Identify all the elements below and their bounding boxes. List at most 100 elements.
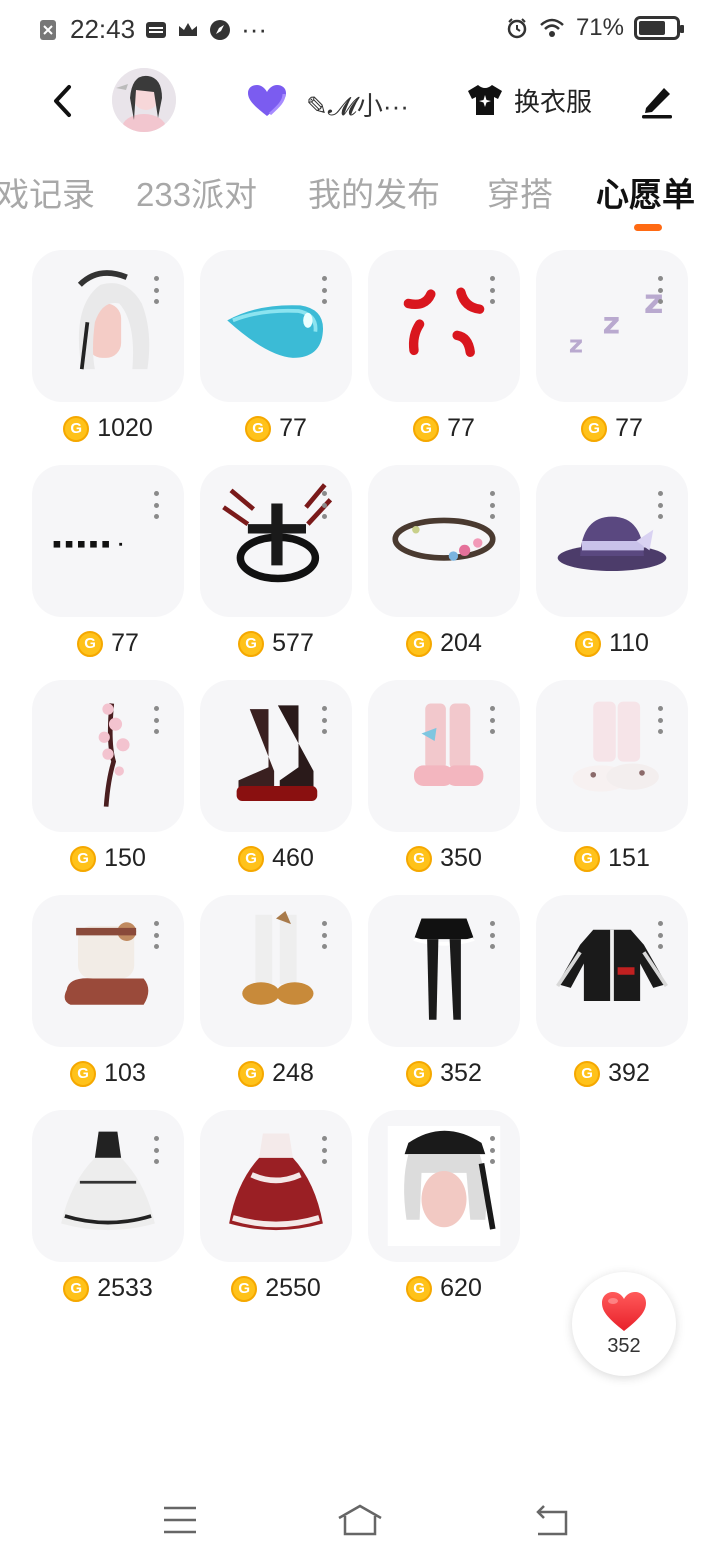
more-options-icon[interactable]	[152, 706, 160, 734]
item-price: G 2550	[200, 1274, 352, 1303]
more-options-icon[interactable]	[488, 491, 496, 519]
wishlist-item[interactable]: G 350	[368, 680, 520, 880]
wishlist-item[interactable]: G 620	[368, 1110, 520, 1310]
item-card[interactable]	[368, 680, 520, 832]
wishlist-item[interactable]: G 150	[32, 680, 184, 880]
more-options-icon[interactable]	[488, 921, 496, 949]
item-card[interactable]	[32, 895, 184, 1047]
item-price: G 2533	[32, 1274, 184, 1303]
coin-icon: G	[70, 1060, 97, 1087]
wishlist-item[interactable]: G 1020	[32, 250, 184, 450]
coin-icon: G	[574, 845, 601, 872]
item-price: G 350	[368, 844, 520, 873]
item-card[interactable]	[536, 680, 688, 832]
item-card[interactable]	[32, 1110, 184, 1262]
nav-menu-button[interactable]	[156, 1496, 204, 1544]
tab-wishlist[interactable]: 心愿单	[596, 168, 695, 216]
item-price: G 352	[368, 1059, 520, 1088]
item-price: G 620	[368, 1274, 520, 1303]
item-card[interactable]	[368, 465, 520, 617]
price-value: 77	[615, 414, 643, 442]
more-options-icon[interactable]	[320, 706, 328, 734]
item-card[interactable]	[200, 680, 352, 832]
like-count: 352	[607, 1334, 641, 1357]
more-options-icon[interactable]	[152, 1136, 160, 1164]
change-outfit-button[interactable]: 换衣服	[466, 78, 592, 122]
item-card[interactable]	[368, 895, 520, 1047]
change-outfit-label: 换衣服	[514, 86, 593, 117]
wishlist-item[interactable]: G 204	[368, 465, 520, 665]
coin-icon: G	[406, 630, 433, 657]
more-options-icon[interactable]	[656, 491, 664, 519]
wishlist-item[interactable]: G 392	[536, 895, 688, 1095]
tab-outfits[interactable]: 穿搭	[487, 168, 553, 216]
nav-back-button[interactable]	[526, 1496, 574, 1544]
item-card[interactable]	[200, 895, 352, 1047]
item-card[interactable]	[536, 465, 688, 617]
more-options-icon[interactable]	[320, 921, 328, 949]
more-options-icon[interactable]	[656, 706, 664, 734]
coin-icon: G	[63, 1275, 90, 1302]
back-arrow-icon	[54, 85, 71, 117]
coin-icon: G	[413, 415, 440, 442]
item-price: G 392	[536, 1059, 688, 1088]
black-skirt-leggings-thumbnail	[413, 918, 475, 1020]
tab-game-records[interactable]: 戏记录	[0, 168, 95, 216]
avatar[interactable]	[112, 68, 176, 132]
more-options-icon[interactable]	[152, 491, 160, 519]
wishlist-item[interactable]: G 352	[368, 895, 520, 1095]
item-card[interactable]	[200, 250, 352, 402]
more-options-icon[interactable]	[320, 276, 328, 304]
wishlist-item[interactable]: G 460	[200, 680, 352, 880]
item-card[interactable]	[32, 680, 184, 832]
like-button[interactable]: 352	[572, 1272, 676, 1376]
more-options-icon[interactable]	[320, 1136, 328, 1164]
white-lace-boots-thumbnail	[242, 911, 314, 1005]
nickname[interactable]: ✎𝓜小···	[306, 86, 409, 123]
item-card[interactable]	[368, 1110, 520, 1262]
item-card[interactable]	[368, 250, 520, 402]
edit-button[interactable]	[638, 80, 678, 120]
wishlist-item[interactable]: z z z G 77	[536, 250, 688, 450]
coin-icon: G	[238, 1060, 265, 1087]
wishlist-item[interactable]: G 2550	[200, 1110, 352, 1310]
wishlist-item[interactable]: G 77	[32, 465, 184, 665]
item-card[interactable]	[200, 465, 352, 617]
wishlist-item[interactable]: G 110	[536, 465, 688, 665]
more-options-icon[interactable]	[320, 491, 328, 519]
price-value: 151	[608, 844, 650, 872]
price-value: 204	[440, 629, 482, 657]
red-black-platform-boots-thumbnail	[236, 705, 318, 801]
wishlist-item[interactable]: G 2533	[32, 1110, 184, 1310]
wifi-icon	[540, 18, 564, 37]
more-options-icon[interactable]	[488, 706, 496, 734]
price-value: 103	[104, 1059, 146, 1087]
wishlist-item[interactable]: G 151	[536, 680, 688, 880]
more-options-icon[interactable]	[488, 276, 496, 304]
tab-233-party[interactable]: 233派对	[136, 168, 257, 216]
white-hair-wig-thumbnail	[77, 270, 150, 370]
wishlist-item[interactable]: G 248	[200, 895, 352, 1095]
wishlist-item[interactable]: G 577	[200, 465, 352, 665]
back-button[interactable]	[44, 82, 80, 120]
item-card[interactable]: zzz	[536, 250, 688, 402]
more-options-icon[interactable]	[152, 276, 160, 304]
item-card[interactable]	[32, 465, 184, 617]
wishlist-item[interactable]: G 77	[200, 250, 352, 450]
home-icon	[338, 1504, 382, 1536]
price-value: 352	[440, 1059, 482, 1087]
more-options-icon[interactable]	[152, 921, 160, 949]
wishlist-item[interactable]: G 103	[32, 895, 184, 1095]
wishlist-item[interactable]: G 77	[368, 250, 520, 450]
price-value: 1020	[97, 414, 153, 442]
item-card[interactable]	[200, 1110, 352, 1262]
nav-home-button[interactable]	[336, 1496, 384, 1544]
card-icon	[146, 21, 167, 38]
more-options-icon[interactable]	[656, 921, 664, 949]
more-options-icon[interactable]	[656, 276, 664, 304]
item-card[interactable]	[536, 895, 688, 1047]
coin-icon: G	[238, 630, 265, 657]
more-options-icon[interactable]	[488, 1136, 496, 1164]
tab-my-posts[interactable]: 我的发布	[308, 168, 440, 216]
item-card[interactable]	[32, 250, 184, 402]
